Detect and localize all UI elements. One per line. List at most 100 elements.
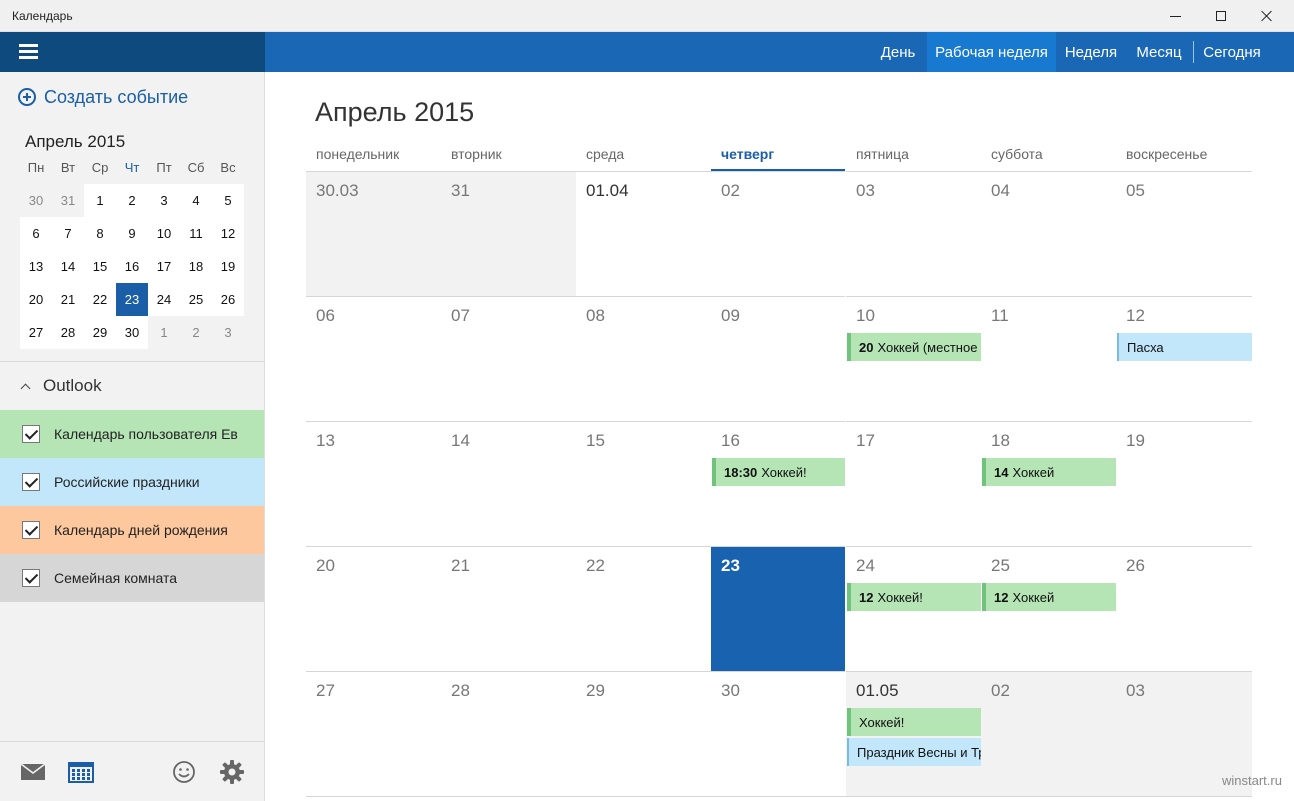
day-cell[interactable]: 29 <box>576 671 711 796</box>
weekday-label: среда <box>586 146 625 162</box>
hamburger-bar <box>0 32 265 72</box>
mini-calendar-day[interactable]: 21 <box>52 283 84 316</box>
mini-calendar-day[interactable]: 25 <box>180 283 212 316</box>
mini-calendar-day[interactable]: 23 <box>116 283 148 316</box>
day-cell[interactable]: 15 <box>576 421 711 546</box>
checkbox[interactable] <box>22 521 40 539</box>
mini-calendar-day[interactable]: 24 <box>148 283 180 316</box>
nav-work-week[interactable]: Рабочая неделя <box>927 32 1056 72</box>
calendar-toggle-item[interactable]: Российские праздники <box>0 458 264 506</box>
mini-calendar-day[interactable]: 13 <box>20 250 52 283</box>
calendar-toggle-item[interactable]: Календарь пользователя Ев <box>0 410 264 458</box>
mini-calendar-day[interactable]: 27 <box>20 316 52 349</box>
calendar-event[interactable]: 12 Хоккей <box>982 583 1116 611</box>
nav-day[interactable]: День <box>869 32 927 72</box>
calendar-event[interactable]: 18:30 Хоккей! <box>712 458 845 486</box>
checkbox[interactable] <box>22 425 40 443</box>
day-cell[interactable]: 20 <box>306 546 441 671</box>
mini-calendar-day[interactable]: 8 <box>84 217 116 250</box>
nav-month[interactable]: Месяц <box>1126 32 1192 72</box>
day-cell[interactable]: 27 <box>306 671 441 796</box>
mini-calendar-day[interactable]: 29 <box>84 316 116 349</box>
mini-calendar-day[interactable]: 2 <box>116 184 148 217</box>
calendar-toggle-item[interactable]: Семейная комната <box>0 554 264 602</box>
mini-calendar-day[interactable]: 20 <box>20 283 52 316</box>
day-cell[interactable]: 17 <box>846 421 981 546</box>
nav-week[interactable]: Неделя <box>1056 32 1126 72</box>
mini-weekday-label: Пн <box>27 160 45 175</box>
mini-calendar-day[interactable]: 28 <box>52 316 84 349</box>
mini-calendar-day[interactable]: 3 <box>212 316 244 349</box>
day-cell[interactable]: 13 <box>306 421 441 546</box>
close-button[interactable] <box>1244 0 1290 32</box>
calendar-event[interactable]: Праздник Весны и Тр <box>847 738 981 766</box>
mini-calendar-day[interactable]: 17 <box>148 250 180 283</box>
mini-calendar-day[interactable]: 4 <box>180 184 212 217</box>
day-cell[interactable]: 28 <box>441 671 576 796</box>
mini-calendar-day[interactable]: 22 <box>84 283 116 316</box>
event-time: 14 <box>994 464 1009 480</box>
gear-icon[interactable] <box>219 760 245 784</box>
mini-calendar-title[interactable]: Апрель 2015 <box>25 132 125 152</box>
mini-calendar-day[interactable]: 9 <box>116 217 148 250</box>
day-cell[interactable]: 09 <box>711 296 845 421</box>
mini-calendar-day[interactable]: 6 <box>20 217 52 250</box>
calendar-event[interactable]: 14 Хоккей <box>982 458 1116 486</box>
mini-calendar-day[interactable]: 30 <box>116 316 148 349</box>
calendar-icon[interactable] <box>68 760 94 784</box>
mini-calendar-day[interactable]: 5 <box>212 184 244 217</box>
day-cell[interactable]: 02 <box>981 671 1116 796</box>
day-cell[interactable]: 05 <box>1116 171 1252 296</box>
day-cell[interactable]: 11 <box>981 296 1116 421</box>
day-cell[interactable]: 23 <box>711 546 845 671</box>
day-cell[interactable]: 31 <box>441 171 576 296</box>
mini-calendar-day[interactable]: 1 <box>148 316 180 349</box>
day-cell[interactable]: 26 <box>1116 546 1252 671</box>
mini-calendar-day[interactable]: 7 <box>52 217 84 250</box>
mini-calendar-day[interactable]: 12 <box>212 217 244 250</box>
mini-calendar-day[interactable]: 10 <box>148 217 180 250</box>
day-cell[interactable]: 14 <box>441 421 576 546</box>
mini-calendar-day[interactable]: 1 <box>84 184 116 217</box>
hamburger-menu-icon[interactable] <box>19 44 38 60</box>
day-cell[interactable]: 01.04 <box>576 171 711 296</box>
outlook-account-header[interactable]: Outlook <box>20 376 102 396</box>
view-switcher-bar: День Рабочая неделя Неделя Месяц Сегодня <box>265 32 1294 72</box>
mini-calendar-day[interactable]: 18 <box>180 250 212 283</box>
day-cell[interactable]: 04 <box>981 171 1116 296</box>
mini-calendar-day[interactable]: 2 <box>180 316 212 349</box>
mini-calendar-day[interactable]: 30 <box>20 184 52 217</box>
day-cell[interactable]: 22 <box>576 546 711 671</box>
mini-calendar-day[interactable]: 3 <box>148 184 180 217</box>
day-cell[interactable]: 19 <box>1116 421 1252 546</box>
mini-calendar-day[interactable]: 31 <box>52 184 84 217</box>
calendar-event[interactable]: Хоккей! <box>847 708 981 736</box>
calendar-event[interactable]: Пасха <box>1117 333 1252 361</box>
new-event-button[interactable]: Создать событие <box>18 86 188 108</box>
day-cell[interactable]: 07 <box>441 296 576 421</box>
nav-today[interactable]: Сегодня <box>1194 32 1270 72</box>
checkbox[interactable] <box>22 473 40 491</box>
checkbox[interactable] <box>22 569 40 587</box>
day-cell[interactable]: 21 <box>441 546 576 671</box>
day-number: 31 <box>451 181 470 200</box>
mini-calendar-day[interactable]: 15 <box>84 250 116 283</box>
day-cell[interactable]: 03 <box>846 171 981 296</box>
mini-calendar-day[interactable]: 16 <box>116 250 148 283</box>
mail-icon[interactable] <box>20 760 46 784</box>
calendar-event[interactable]: 20 Хоккей (местное в <box>847 333 981 361</box>
minimize-button[interactable] <box>1152 0 1198 32</box>
day-cell[interactable]: 30.03 <box>306 171 441 296</box>
maximize-button[interactable] <box>1198 0 1244 32</box>
mini-calendar-day[interactable]: 19 <box>212 250 244 283</box>
mini-calendar-day[interactable]: 14 <box>52 250 84 283</box>
day-cell[interactable]: 30 <box>711 671 845 796</box>
day-cell[interactable]: 02 <box>711 171 845 296</box>
calendar-event[interactable]: 12 Хоккей! <box>847 583 981 611</box>
day-cell[interactable]: 08 <box>576 296 711 421</box>
mini-calendar-day[interactable]: 26 <box>212 283 244 316</box>
calendar-toggle-item[interactable]: Календарь дней рождения <box>0 506 264 554</box>
day-cell[interactable]: 06 <box>306 296 441 421</box>
mini-calendar-day[interactable]: 11 <box>180 217 212 250</box>
smiley-feedback-icon[interactable] <box>171 760 197 784</box>
